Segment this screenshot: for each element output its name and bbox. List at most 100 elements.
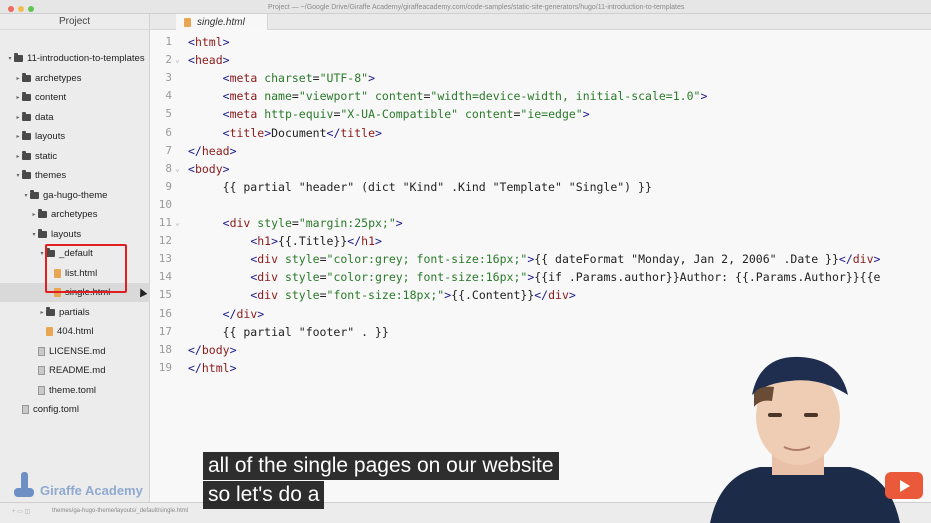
line-number: 19 [158,360,172,374]
code-line[interactable]: 17 {{ partial "footer" . }} [150,323,931,341]
code-token: > [271,234,279,249]
code-text: <div style="font-size:18px;">{{.Content}… [188,286,576,304]
chevron-right-icon[interactable]: ▸ [14,153,22,160]
code-line[interactable]: 5 <meta http-equiv="X-UA-Compatible" con… [150,105,931,123]
fold-icon[interactable]: ⌄ [175,160,180,178]
code-token: </ [534,288,549,303]
fold-icon[interactable]: ⌄ [175,51,180,69]
folder-icon [22,131,31,140]
sidebar-item-label: ga-hugo-theme [43,189,108,201]
code-token: {{if .Params.author}}Author: {{.Params.A… [534,270,881,285]
sidebar-item[interactable]: ▾ themes [0,166,150,185]
code-token: > [368,71,375,86]
sidebar-item[interactable]: README.md [0,361,150,380]
chevron-down-icon[interactable]: ▾ [22,192,30,199]
close-icon[interactable] [8,6,14,12]
code-token: "margin:25px;" [298,216,396,230]
minimize-icon[interactable] [18,6,24,12]
code-token: html [201,360,230,375]
code-line[interactable]: 3 <meta charset="UTF-8"> [150,69,931,87]
code-line[interactable]: 6 <title>Document</title> [150,124,931,142]
code-token: style [284,252,320,267]
sidebar-item[interactable]: ▸ data [0,108,150,127]
sidebar-item[interactable]: 404.html [0,322,150,341]
code-token: = [319,288,327,303]
chevron-right-icon[interactable]: ▸ [30,211,38,218]
code-token: </ [838,252,853,267]
window-title: Project — ~/Google Drive/Giraffe Academy… [268,4,685,11]
sidebar-item-label: themes [35,170,67,181]
code-token: title [340,125,375,140]
code-text: </body> [188,341,237,359]
code-line[interactable]: 9 {{ partial "header" (dict "Kind" .Kind… [150,178,931,196]
code-token: div [229,216,258,230]
chevron-down-icon[interactable]: ▾ [30,231,38,238]
code-token: head [194,53,223,68]
chevron-down-icon[interactable]: ▾ [6,55,14,62]
code-token: < [188,35,195,49]
status-icons: + ▭ ◫ [12,509,31,515]
sidebar-item[interactable]: ▸ archetypes [0,205,150,224]
chevron-right-icon[interactable]: ▸ [38,309,46,316]
sidebar-item[interactable]: ▾ ga-hugo-theme [0,186,150,205]
sidebar-item[interactable]: config.toml [0,400,150,419]
chevron-right-icon[interactable]: ▸ [14,133,22,140]
sidebar-item-label: 11-introduction-to-templates [27,53,145,64]
chevron-right-icon[interactable]: ▸ [14,114,22,121]
code-line[interactable]: 13 <div style="color:grey; font-size:16p… [150,250,931,268]
code-token: style [284,270,320,285]
sidebar-item[interactable]: LICENSE.md [0,342,150,361]
code-line[interactable]: 7 </head> [150,142,931,160]
code-token: "X-UA-Compatible" [340,107,465,122]
line-number: 14 [158,270,172,284]
maximize-icon[interactable] [28,6,34,12]
chevron-right-icon[interactable]: ▸ [14,75,22,82]
sidebar-item[interactable]: ▸ partials [0,303,150,322]
code-line[interactable]: 14 <div style="color:grey; font-size:16p… [150,268,931,286]
sidebar-item-label: LICENSE.md [49,345,106,357]
chevron-down-icon[interactable]: ▾ [14,172,22,179]
sidebar-item[interactable]: ▾ layouts [0,225,150,244]
code-token: < [222,71,230,86]
tab-label: single.html [197,16,245,28]
code-token: </ [326,125,341,140]
tab-single-html[interactable]: single.html [176,14,268,30]
code-line[interactable]: 12 <h1>{{.Title}}</h1> [150,232,931,250]
code-line[interactable]: 1 <html> [150,33,931,51]
sidebar-item[interactable]: ▸ static [0,147,150,166]
sidebar-item[interactable]: theme.toml [0,381,150,400]
code-token: div [236,306,258,321]
code-token: > [222,161,230,176]
line-number: 12 [158,234,172,248]
code-token: = [291,216,299,230]
project-header[interactable]: Project [0,14,149,30]
code-token: div [257,270,285,285]
chevron-right-icon[interactable]: ▸ [14,94,22,101]
code-line[interactable]: 11 ⌄ <div style="margin:25px;"> [150,214,931,232]
code-token: </ [222,306,237,321]
sidebar-item[interactable]: ▾ 11-introduction-to-templates [0,49,150,68]
code-token: meta [229,71,265,86]
giraffe-icon [12,470,36,498]
giraffe-academy-logo: Giraffe Academy [12,470,143,498]
fold-icon[interactable]: ⌄ [175,214,180,232]
youtube-play-icon[interactable] [885,472,923,499]
line-number: 7 [165,143,172,157]
code-line[interactable]: 8 ⌄ <body> [150,160,931,178]
code-token: {{ partial "footer" . }} [188,324,389,339]
code-token: > [229,360,237,375]
code-line[interactable]: 15 <div style="font-size:18px;">{{.Conte… [150,286,931,304]
code-token: > [568,288,576,303]
sidebar-item[interactable]: ▸ content [0,88,150,107]
code-line[interactable]: 4 <meta name="viewport" content="width=d… [150,87,931,105]
folder-icon [30,189,39,199]
code-line[interactable]: 16 </div> [150,305,931,323]
file-icon [38,385,45,395]
sidebar-item[interactable]: ▸ archetypes [0,69,150,88]
sidebar-item[interactable]: ▸ layouts [0,127,150,146]
code-line[interactable]: 2 ⌄ <head> [150,51,931,69]
file-icon [22,405,29,414]
code-line[interactable]: 10 [150,196,931,214]
